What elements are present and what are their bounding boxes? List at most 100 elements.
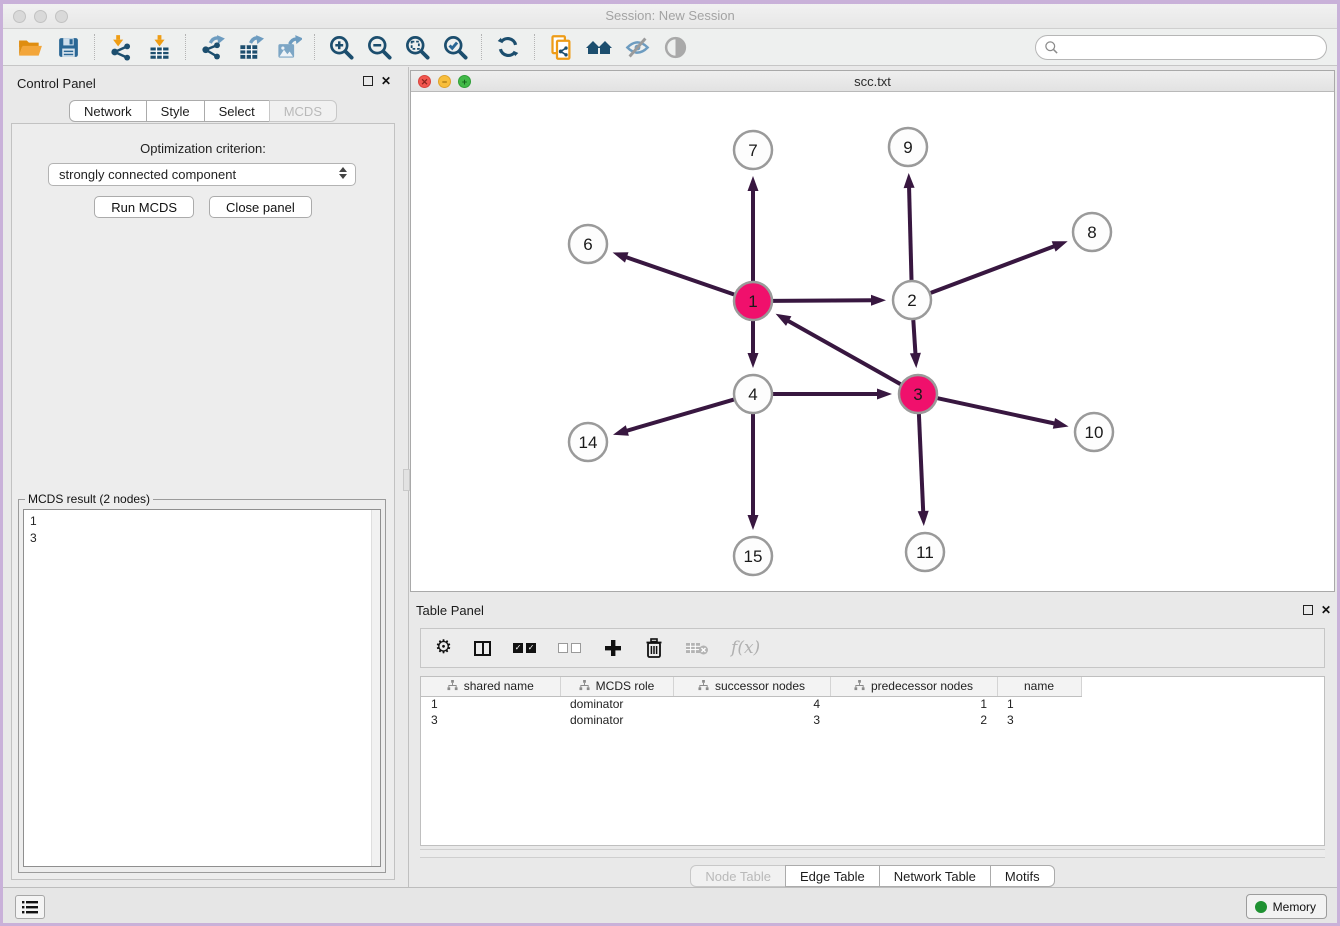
zoom-fit-button[interactable]: [402, 32, 432, 62]
import-network-button[interactable]: [106, 32, 136, 62]
result-scrollbar[interactable]: [371, 510, 380, 866]
dropdown-arrows-icon: [339, 167, 347, 179]
criterion-dropdown[interactable]: strongly connected component: [48, 163, 356, 186]
clone-network-icon: [548, 34, 575, 61]
zoom-fit-icon: [404, 34, 431, 61]
tab-node-table[interactable]: Node Table: [690, 865, 786, 887]
network-canvas[interactable]: 7968124314101511: [411, 92, 1334, 591]
hierarchy-icon: [854, 680, 865, 691]
search-input[interactable]: [1059, 41, 1326, 55]
column-header-shared-name[interactable]: shared name: [421, 677, 560, 696]
table-header-row[interactable]: shared name MCDS role successor nodes pr…: [421, 677, 1324, 696]
table-tabs: Node Table Edge Table Network Table Moti…: [410, 865, 1335, 887]
import-table-button[interactable]: [144, 32, 174, 62]
hierarchy-icon: [447, 680, 458, 691]
graph-arrowhead: [748, 515, 759, 530]
graph-arrowhead: [904, 173, 915, 188]
task-history-button[interactable]: [15, 895, 45, 919]
tab-mcds[interactable]: MCDS: [269, 100, 337, 122]
memory-button[interactable]: Memory: [1246, 894, 1327, 919]
clone-network-button[interactable]: [546, 32, 576, 62]
zoom-selected-button[interactable]: [440, 32, 470, 62]
refresh-icon: [495, 34, 521, 60]
save-session-button[interactable]: [53, 32, 83, 62]
zoom-selected-icon: [442, 34, 469, 61]
graph-node-label: 6: [583, 235, 592, 254]
show-graphics-details-button[interactable]: [660, 32, 690, 62]
graph-edge-3-11[interactable]: [919, 414, 923, 514]
list-icon: [22, 901, 38, 914]
graph-edge-3-10[interactable]: [938, 398, 1057, 424]
close-panel-button[interactable]: Close panel: [209, 196, 312, 218]
close-table-panel-icon[interactable]: ✕: [1321, 605, 1331, 615]
tab-select[interactable]: Select: [204, 100, 270, 122]
search-box[interactable]: [1035, 35, 1327, 60]
graph-edge-4-14[interactable]: [625, 400, 734, 432]
graph-edge-3-1[interactable]: [786, 320, 901, 385]
graph-edge-1-6[interactable]: [624, 256, 734, 294]
zoom-in-button[interactable]: [326, 32, 356, 62]
table-toolbar: ⚙ ✓✓ f(x): [420, 628, 1325, 668]
panel-splitter[interactable]: [403, 67, 410, 890]
toggle-panes-icon[interactable]: [474, 641, 491, 656]
open-session-button[interactable]: [15, 32, 45, 62]
hierarchy-icon: [698, 680, 709, 691]
column-header-predecessor-nodes[interactable]: predecessor nodes: [830, 677, 997, 696]
tab-network[interactable]: Network: [69, 100, 147, 122]
open-folder-icon: [17, 34, 43, 60]
window-titlebar: Session: New Session: [3, 4, 1337, 29]
delete-trash-icon[interactable]: [645, 638, 663, 658]
criterion-value: strongly connected component: [59, 167, 236, 182]
graph-edge-2-3[interactable]: [913, 320, 915, 356]
zoom-out-button[interactable]: [364, 32, 394, 62]
column-settings-gear-icon[interactable]: ⚙: [435, 638, 452, 658]
network-window-titlebar[interactable]: ✕ − + scc.txt: [411, 71, 1334, 92]
refresh-button[interactable]: [493, 32, 523, 62]
graph-node-label: 8: [1087, 223, 1096, 242]
delete-table-icon: [685, 639, 709, 657]
mcds-result-text[interactable]: 1 3: [23, 509, 381, 867]
tab-style[interactable]: Style: [146, 100, 205, 122]
toolbar-separator: [94, 34, 95, 60]
zoom-in-icon: [328, 34, 355, 61]
create-column-plus-icon[interactable]: [603, 638, 623, 658]
graph-node-label: 10: [1085, 423, 1104, 442]
graph-arrowhead: [613, 252, 629, 262]
graph-edge-2-8[interactable]: [931, 245, 1057, 293]
select-all-columns-icon[interactable]: ✓✓: [513, 643, 536, 653]
tab-edge-table[interactable]: Edge Table: [785, 865, 880, 887]
optimization-criterion-label: Optimization criterion:: [12, 141, 394, 156]
node-table[interactable]: shared name MCDS role successor nodes pr…: [420, 676, 1325, 846]
column-header-mcds-role[interactable]: MCDS role: [560, 677, 673, 696]
graph-edge-2-9[interactable]: [909, 185, 912, 280]
export-image-button[interactable]: [273, 32, 303, 62]
run-mcds-button[interactable]: Run MCDS: [94, 196, 194, 218]
graph-node-label: 2: [907, 291, 916, 310]
graph-node-label: 1: [748, 292, 757, 311]
toolbar-separator: [185, 34, 186, 60]
column-header-name[interactable]: name: [997, 677, 1081, 696]
result-line: 1: [30, 513, 374, 530]
graph-arrowhead: [748, 176, 759, 191]
float-panel-icon[interactable]: [363, 76, 373, 86]
graph-edge-1-2[interactable]: [773, 300, 874, 301]
float-table-panel-icon[interactable]: [1303, 605, 1313, 615]
tab-network-table[interactable]: Network Table: [879, 865, 991, 887]
search-icon: [1044, 40, 1059, 55]
unselect-all-columns-icon[interactable]: [558, 643, 581, 653]
network-graph[interactable]: 7968124314101511: [411, 92, 1334, 591]
export-network-button[interactable]: [197, 32, 227, 62]
close-panel-icon[interactable]: ✕: [381, 76, 391, 86]
eye-slash-icon: [624, 34, 651, 61]
table-scroll-strip[interactable]: [420, 849, 1325, 858]
export-table-button[interactable]: [235, 32, 265, 62]
graphics-details-icon: [663, 35, 688, 60]
status-bar: Memory: [3, 887, 1337, 923]
hide-graphics-details-button[interactable]: [622, 32, 652, 62]
home-button[interactable]: [584, 32, 614, 62]
splitter-grip[interactable]: [403, 469, 410, 491]
table-row[interactable]: 3dominator 32 3: [421, 712, 1324, 728]
tab-motifs[interactable]: Motifs: [990, 865, 1055, 887]
column-header-successor-nodes[interactable]: successor nodes: [673, 677, 830, 696]
table-row[interactable]: 1dominator 41 1: [421, 696, 1324, 712]
